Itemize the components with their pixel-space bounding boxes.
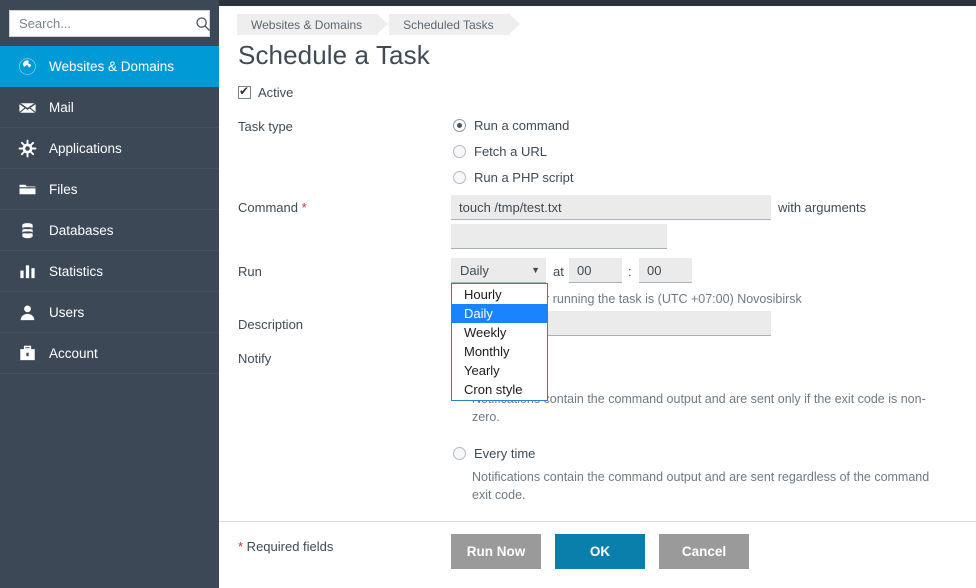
sidebar-item-account[interactable]: Account	[0, 333, 219, 374]
breadcrumb-label: Scheduled Tasks	[403, 18, 494, 32]
task-type-option-run-a-command[interactable]: Run a command	[453, 118, 569, 133]
task-type-option-fetch-a-url[interactable]: Fetch a URL	[453, 144, 547, 159]
sidebar-item-label: Websites & Domains	[49, 59, 174, 74]
command-arguments-input[interactable]	[451, 224, 667, 249]
with-arguments-label: with arguments	[778, 200, 866, 215]
sidebar-item-label: Users	[49, 305, 84, 320]
notify-label: Notify	[238, 351, 271, 366]
search-input[interactable]	[19, 16, 195, 31]
run-frequency-dropdown-list[interactable]: Hourly Daily Weekly Monthly Yearly Cron …	[451, 283, 548, 401]
command-label: Command *	[238, 200, 307, 215]
command-input[interactable]	[451, 195, 771, 220]
dropdown-option-yearly[interactable]: Yearly	[452, 361, 547, 380]
sidebar-item-label: Mail	[49, 100, 74, 115]
footer-divider	[219, 521, 976, 522]
dropdown-option-weekly[interactable]: Weekly	[452, 323, 547, 342]
breadcrumb: Websites & Domains Scheduled Tasks	[237, 14, 521, 35]
sidebar-item-mail[interactable]: Mail	[0, 87, 219, 128]
plesk-scheduled-task-page: Websites & Domains Mail	[0, 0, 976, 588]
at-label: at	[553, 264, 564, 279]
search-icon[interactable]	[195, 16, 211, 32]
notify-every-time-hint: Notifications contain the command output…	[472, 468, 947, 504]
sidebar-item-label: Applications	[49, 141, 122, 156]
chevron-down-icon: ▼	[531, 265, 540, 275]
cancel-button[interactable]: Cancel	[659, 534, 749, 569]
radio-run-a-php-script[interactable]	[453, 171, 466, 184]
task-type-option-label: Run a command	[474, 118, 569, 133]
globe-icon	[16, 55, 38, 77]
sidebar-item-websites-and-domains[interactable]: Websites & Domains	[0, 46, 219, 87]
notify-option-label: Every time	[474, 446, 535, 461]
run-now-button[interactable]: Run Now	[451, 534, 541, 569]
breadcrumb-label: Websites & Domains	[251, 18, 362, 32]
dropdown-option-cron-style[interactable]: Cron style	[452, 380, 547, 399]
run-frequency-selected-value: Daily	[460, 263, 531, 278]
active-checkbox-label: Active	[258, 85, 293, 100]
description-label: Description	[238, 317, 303, 332]
bar-chart-icon	[16, 260, 38, 282]
sidebar-item-databases[interactable]: Databases	[0, 210, 219, 251]
sidebar-item-applications[interactable]: Applications	[0, 128, 219, 169]
briefcase-icon	[16, 342, 38, 364]
active-checkbox[interactable]	[238, 86, 251, 99]
main-content: Websites & Domains Scheduled Tasks Sched…	[219, 6, 976, 588]
run-label: Run	[238, 264, 262, 279]
command-required-asterisk: *	[302, 200, 307, 215]
gear-icon	[16, 137, 38, 159]
required-fields-text: Required fields	[243, 539, 333, 554]
breadcrumb-item-scheduled-tasks[interactable]: Scheduled Tasks	[389, 14, 510, 35]
run-minute-input[interactable]	[639, 258, 692, 283]
search-box[interactable]	[9, 10, 210, 37]
task-type-option-label: Fetch a URL	[474, 144, 547, 159]
task-type-option-run-a-php-script[interactable]: Run a PHP script	[453, 170, 573, 185]
page-title: Schedule a Task	[238, 40, 430, 71]
radio-every-time[interactable]	[453, 447, 466, 460]
task-type-option-label: Run a PHP script	[474, 170, 573, 185]
user-icon	[16, 301, 38, 323]
sidebar-nav: Websites & Domains Mail	[0, 46, 219, 374]
sidebar-item-label: Statistics	[49, 264, 103, 279]
dropdown-option-hourly[interactable]: Hourly	[452, 285, 547, 304]
database-icon	[16, 219, 38, 241]
notify-option-every-time[interactable]: Every time	[453, 446, 535, 461]
breadcrumb-item-websites-and-domains[interactable]: Websites & Domains	[237, 14, 378, 35]
dropdown-option-monthly[interactable]: Monthly	[452, 342, 547, 361]
dropdown-option-daily[interactable]: Daily	[452, 304, 547, 323]
run-hour-input[interactable]	[569, 258, 622, 283]
radio-fetch-a-url[interactable]	[453, 145, 466, 158]
sidebar-item-statistics[interactable]: Statistics	[0, 251, 219, 292]
radio-run-a-command[interactable]	[453, 119, 466, 132]
required-fields-note: * Required fields	[238, 539, 333, 554]
command-label-text: Command	[238, 200, 298, 215]
sidebar-item-users[interactable]: Users	[0, 292, 219, 333]
time-separator: :	[628, 264, 632, 279]
sidebar: Websites & Domains Mail	[0, 0, 219, 588]
run-frequency-select[interactable]: Daily ▼	[451, 258, 546, 283]
sidebar-item-label: Files	[49, 182, 78, 197]
folder-icon	[16, 178, 38, 200]
mail-envelope-icon	[16, 96, 38, 118]
sidebar-item-label: Account	[49, 346, 98, 361]
task-type-label: Task type	[238, 119, 293, 134]
sidebar-item-label: Databases	[49, 223, 114, 238]
ok-button[interactable]: OK	[555, 534, 645, 569]
sidebar-item-files[interactable]: Files	[0, 169, 219, 210]
active-checkbox-row[interactable]: Active	[238, 85, 293, 100]
